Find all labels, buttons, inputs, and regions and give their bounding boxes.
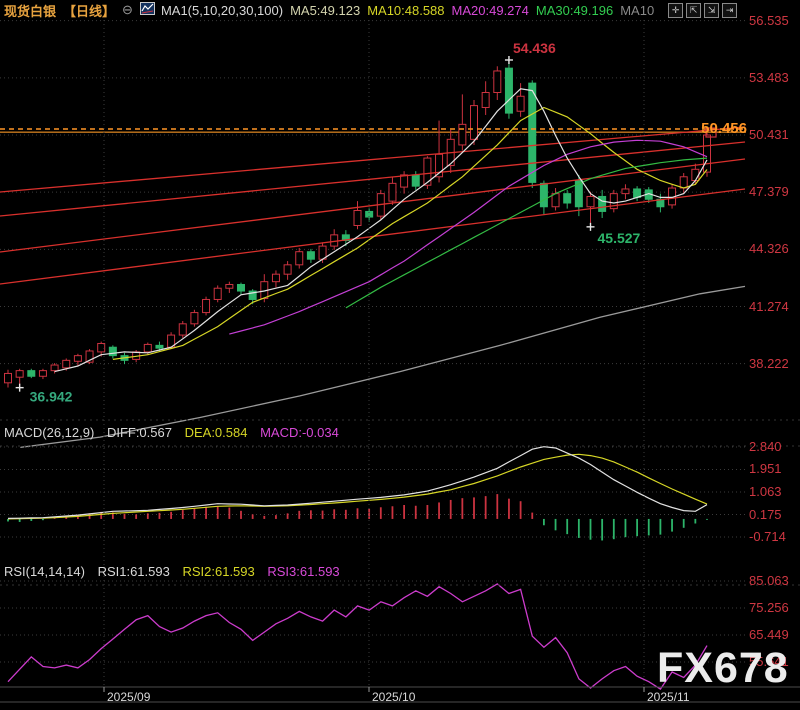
macd-title: MACD(26,12,9) <box>4 425 94 440</box>
macd-diff-value: DIFF:0.567 <box>107 425 172 440</box>
svg-text:50.456: 50.456 <box>701 120 747 137</box>
macd-panel-header: MACD(26,12,9) DIFF:0.567 DEA:0.584 MACD:… <box>4 425 348 440</box>
rsi-title: RSI(14,14,14) <box>4 564 85 579</box>
axis-tick-label: 50.431 <box>749 127 789 142</box>
axis-tick-label: 47.379 <box>749 184 789 199</box>
axis-tick-label: 2.840 <box>749 439 782 454</box>
svg-text:45.527: 45.527 <box>598 230 641 246</box>
trading-app-window: 现货白银 【日线】 ⊖ MA1(5,10,20,30,100) MA5:49.1… <box>0 0 800 710</box>
axis-tick-label: 56.535 <box>749 13 789 28</box>
rsi3-value: RSI3:61.593 <box>267 564 339 579</box>
axis-tick-label: 1.063 <box>749 484 782 499</box>
axis-tick-label: 38.222 <box>749 356 789 371</box>
rsi1-value: RSI1:61.593 <box>98 564 170 579</box>
rsi-panel-header: RSI(14,14,14) RSI1:61.593 RSI2:61.593 RS… <box>4 564 349 579</box>
svg-text:54.436: 54.436 <box>513 40 556 56</box>
axis-tick-label: 85.063 <box>749 573 789 588</box>
axis-tick-label: 0.175 <box>749 507 782 522</box>
axis-tick-label: 41.274 <box>749 299 789 314</box>
axis-tick-label: 1.951 <box>749 461 782 476</box>
rsi2-value: RSI2:61.593 <box>182 564 254 579</box>
axis-tick-label: 44.326 <box>749 241 789 256</box>
date-label: 2025/09 <box>107 690 150 704</box>
watermark: FX678 <box>657 644 789 693</box>
axis-tick-label: -0.714 <box>749 529 786 544</box>
svg-text:36.942: 36.942 <box>30 389 73 405</box>
price-chart-canvas[interactable]: 54.436 45.527 36.942 50.456 <box>0 0 800 710</box>
axis-tick-label: 75.256 <box>749 600 789 615</box>
axis-tick-label: 53.483 <box>749 70 789 85</box>
macd-hist-value: MACD:-0.034 <box>260 425 339 440</box>
macd-dea-value: DEA:0.584 <box>185 425 248 440</box>
axis-tick-label: 65.449 <box>749 627 789 642</box>
date-label: 2025/10 <box>372 690 415 704</box>
